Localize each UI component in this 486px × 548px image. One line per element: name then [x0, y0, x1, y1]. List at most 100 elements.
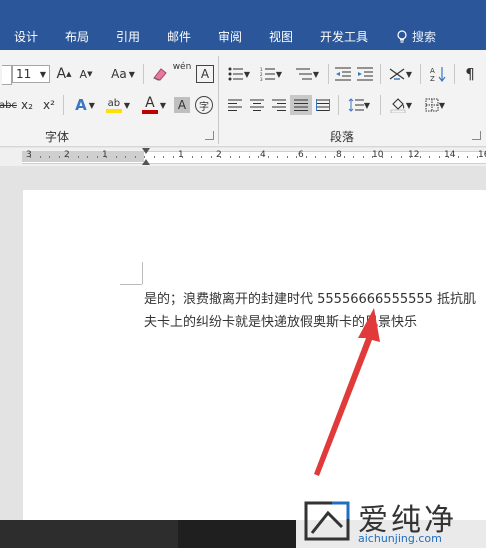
- status-bar-segment: [178, 520, 298, 548]
- tab-view[interactable]: 视图: [269, 28, 293, 45]
- chevron-down-icon: ▼: [405, 69, 413, 79]
- ruler-tick: [106, 156, 107, 158]
- paint-bucket-icon: [390, 98, 406, 113]
- align-center-button[interactable]: [248, 96, 266, 114]
- svg-text:Z: Z: [430, 75, 435, 82]
- lightbulb-icon: [397, 29, 407, 43]
- character-shading-button[interactable]: A: [174, 97, 190, 113]
- shading-button[interactable]: ▼: [386, 96, 416, 114]
- chevron-down-icon: ▼: [243, 69, 251, 79]
- grow-font-button[interactable]: A ▲: [56, 65, 72, 83]
- subscript-button[interactable]: x₂: [18, 96, 36, 114]
- align-right-icon: [272, 99, 286, 111]
- tab-mailings[interactable]: 邮件: [167, 28, 191, 45]
- change-case-button[interactable]: Aa ▼: [108, 65, 138, 83]
- ruler-tick: [182, 156, 183, 158]
- group-separator: [218, 56, 219, 144]
- tab-review[interactable]: 审阅: [218, 28, 242, 45]
- align-left-icon: [228, 99, 242, 111]
- tab-developer[interactable]: 开发工具: [320, 28, 368, 45]
- font-group-label: 字体: [45, 130, 70, 144]
- ruler-tick: [135, 156, 136, 158]
- tab-references[interactable]: 引用: [116, 28, 140, 45]
- separator: [380, 64, 381, 84]
- ruler-tick: [410, 156, 411, 158]
- text-effects-button[interactable]: A ▼: [70, 96, 100, 114]
- ruler-tick: [477, 156, 478, 158]
- tab-design[interactable]: 设计: [14, 28, 38, 45]
- separator: [328, 64, 329, 84]
- borders-button[interactable]: ▼: [420, 96, 450, 114]
- numbered-list-icon: 1 2 3: [260, 67, 275, 81]
- ruler-tick: [325, 156, 326, 158]
- enclose-characters-button[interactable]: 字: [195, 96, 213, 114]
- font-name-combo[interactable]: [2, 65, 12, 85]
- align-right-button[interactable]: [270, 96, 288, 114]
- ruler-tick: [344, 156, 345, 158]
- paragraph-mark-icon: ¶: [465, 65, 475, 83]
- font-dialog-launcher[interactable]: [205, 131, 214, 140]
- ruler-tick: [59, 156, 60, 158]
- chevron-down-icon: ▼: [159, 100, 167, 110]
- borders-icon: [425, 98, 439, 112]
- ruler-tick: [125, 156, 126, 158]
- justify-button[interactable]: [290, 95, 312, 115]
- ruler-tick: [458, 156, 459, 158]
- font-color-button[interactable]: A ▼: [138, 96, 170, 114]
- bullets-button[interactable]: ▼: [226, 65, 252, 83]
- separator: [143, 64, 144, 84]
- show-hide-marks-button[interactable]: ¶: [460, 65, 480, 83]
- eraser-icon: [153, 68, 167, 81]
- paragraph-dialog-launcher[interactable]: [472, 131, 481, 140]
- chevron-down-icon: ▼: [123, 100, 131, 110]
- clear-formatting-button[interactable]: [149, 65, 169, 83]
- sort-icon: AZ: [430, 67, 446, 82]
- text-highlight-button[interactable]: ab ▼: [102, 96, 134, 114]
- ruler-tick: [116, 156, 117, 158]
- separator: [63, 95, 64, 115]
- decrease-indent-button[interactable]: [334, 65, 352, 83]
- ruler-tick: [258, 156, 259, 158]
- ruler-tick: [78, 156, 79, 158]
- decrease-indent-icon: [335, 67, 351, 81]
- ruler-tick: [239, 156, 240, 158]
- shrink-font-button[interactable]: A ▼: [78, 65, 94, 83]
- tab-layout[interactable]: 布局: [65, 28, 89, 45]
- chinese-layout-button[interactable]: ▼: [386, 65, 414, 83]
- ruler-tick: [306, 156, 307, 158]
- ruler-tick: [163, 156, 164, 158]
- tell-me-search[interactable]: 搜索: [396, 28, 436, 45]
- strikethrough-button[interactable]: abc: [0, 96, 17, 114]
- increase-indent-button[interactable]: [356, 65, 374, 83]
- multilevel-list-button[interactable]: ▼: [290, 65, 324, 83]
- sort-button[interactable]: AZ: [428, 65, 448, 83]
- line-spacing-icon: [348, 98, 364, 112]
- distributed-button[interactable]: [314, 96, 332, 114]
- ruler-tick: [154, 156, 155, 158]
- font-size-combo[interactable]: 11 ▼: [12, 65, 50, 83]
- svg-text:3: 3: [260, 77, 263, 81]
- ruler-tick: [87, 156, 88, 158]
- font-size-value: 11: [16, 67, 32, 81]
- character-border-button[interactable]: A: [196, 65, 214, 83]
- crop-mark-vertical: [142, 262, 143, 284]
- line-spacing-button[interactable]: ▼: [344, 96, 374, 114]
- document-page[interactable]: [23, 190, 486, 520]
- title-bar: [0, 0, 486, 22]
- ribbon-tab-bar: 设计 布局 引用 邮件 审阅 视图 开发工具 搜索: [0, 22, 486, 50]
- distributed-icon: [316, 99, 330, 111]
- superscript-button[interactable]: x²: [40, 96, 58, 114]
- ruler-tick: [334, 156, 335, 158]
- chinese-layout-icon: [389, 68, 405, 80]
- numbering-button[interactable]: 1 2 3 ▼: [258, 65, 284, 83]
- separator: [420, 64, 421, 84]
- ruler-tick: [467, 156, 468, 158]
- highlight-color-swatch: [105, 108, 122, 113]
- align-left-button[interactable]: [226, 96, 244, 114]
- chevron-down-icon: ▼: [438, 100, 446, 110]
- phonetic-guide-button[interactable]: wén: [171, 62, 193, 80]
- chevron-down-icon: ▼: [39, 69, 46, 79]
- paragraph-group-label: 段落: [330, 130, 355, 144]
- ruler-tick: [401, 156, 402, 158]
- search-label: 搜索: [412, 30, 437, 44]
